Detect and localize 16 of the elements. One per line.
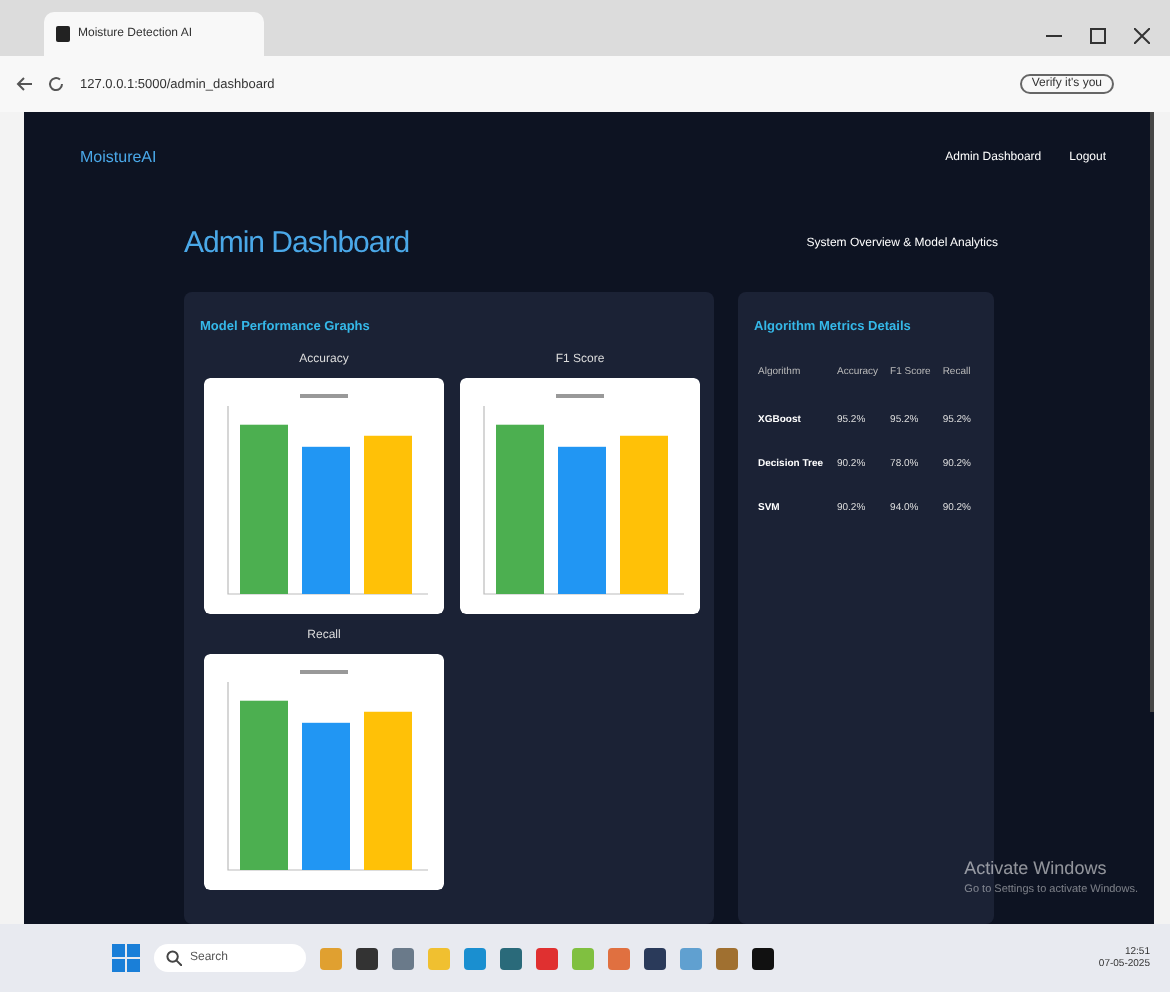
brand-logo[interactable]: MoistureAI — [80, 148, 157, 166]
favicon-icon — [56, 26, 70, 42]
close-icon[interactable] — [1134, 28, 1150, 44]
app-icon[interactable] — [752, 947, 774, 969]
page-title: Admin Dashboard — [184, 226, 410, 260]
activation-title: Activate Windows — [964, 858, 1109, 878]
search-icon — [166, 950, 182, 966]
start-icon[interactable] — [112, 944, 140, 972]
back-icon[interactable] — [16, 76, 32, 92]
chart-title-line — [300, 670, 348, 674]
reload-icon[interactable] — [48, 76, 64, 92]
app-icon[interactable] — [356, 947, 378, 969]
app-icon[interactable] — [644, 947, 666, 969]
chart-title-line — [556, 394, 604, 398]
maximize-icon[interactable] — [1090, 28, 1106, 44]
chart-title-line — [300, 394, 348, 398]
